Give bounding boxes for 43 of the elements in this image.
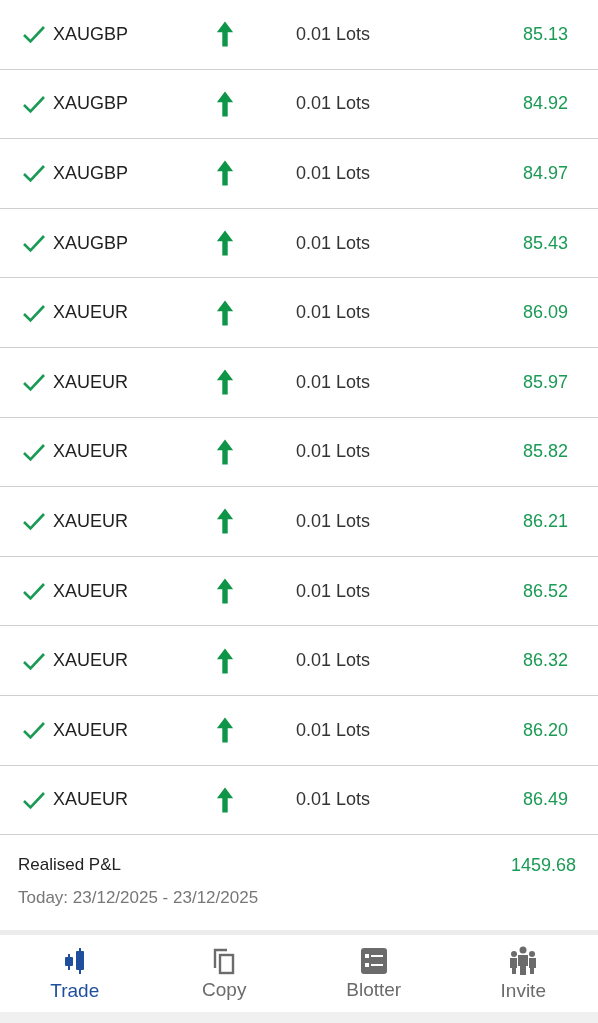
lot-size: 0.01 Lots [296, 302, 372, 324]
profit-value: 85.13 [522, 23, 568, 45]
profit-value: 84.92 [522, 93, 568, 115]
summary-label: Realised P&L [18, 855, 121, 877]
list-icon [359, 946, 388, 975]
summary-value: 1459.68 [510, 855, 576, 877]
lot-size: 0.01 Lots [296, 719, 372, 741]
lot-size: 0.01 Lots [296, 441, 372, 463]
lot-size: 0.01 Lots [296, 580, 372, 602]
profit-value: 85.82 [522, 441, 568, 463]
profit-value: 86.49 [522, 789, 568, 811]
lot-size: 0.01 Lots [296, 371, 372, 393]
profit-value: 86.21 [522, 510, 568, 532]
symbol: XAUEUR [53, 719, 129, 741]
symbol: XAUGBP [53, 232, 130, 254]
symbol: XAUGBP [53, 23, 130, 45]
profit-value: 86.32 [522, 650, 568, 672]
lot-size: 0.01 Lots [296, 232, 372, 254]
symbol: XAUEUR [53, 510, 129, 532]
profit-value: 86.52 [522, 580, 568, 602]
profit-value: 84.97 [522, 163, 568, 184]
lot-size: 0.01 Lots [296, 23, 372, 45]
symbol: XAUEUR [53, 371, 129, 393]
lot-size: 0.01 Lots [296, 510, 372, 532]
date-range: Today: 23/12/2025 - 23/12/2025 [18, 888, 260, 909]
profit-value: 85.97 [522, 371, 568, 393]
lot-size: 0.01 Lots [296, 650, 372, 672]
symbol: XAUEUR [53, 789, 129, 811]
lot-size: 0.01 Lots [296, 163, 372, 184]
symbol: XAUEUR [53, 650, 129, 672]
people-icon [509, 945, 538, 976]
lot-size: 0.01 Lots [296, 789, 372, 811]
symbol: XAUGBP [53, 163, 130, 184]
profit-value: 85.43 [522, 232, 568, 254]
symbol: XAUGBP [53, 93, 130, 115]
profit-value: 86.20 [522, 719, 568, 741]
symbol: XAUEUR [53, 441, 129, 463]
lot-size: 0.01 Lots [296, 93, 372, 115]
profit-value: 86.09 [522, 302, 568, 324]
copy-icon [212, 946, 237, 975]
symbol: XAUEUR [53, 580, 129, 602]
candlestick-icon [62, 945, 87, 976]
symbol: XAUEUR [53, 302, 129, 324]
